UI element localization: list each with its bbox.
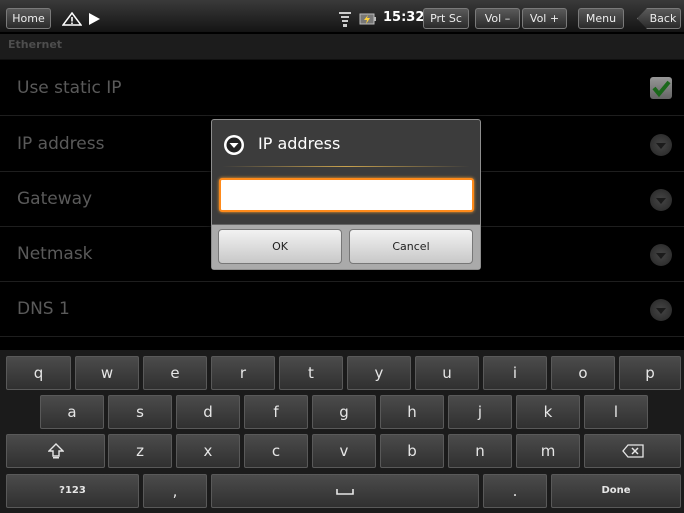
ip-address-input[interactable] [219, 178, 474, 212]
key-k[interactable]: k [516, 395, 580, 429]
dialog-divider [222, 166, 470, 167]
key-o[interactable]: o [551, 356, 615, 390]
key-e[interactable]: e [143, 356, 207, 390]
key-m[interactable]: m [516, 434, 580, 468]
key-i[interactable]: i [483, 356, 547, 390]
print-screen-button[interactable]: Prt Sc [423, 8, 469, 29]
period-key[interactable]: . [483, 474, 547, 508]
wifi-icon [339, 12, 351, 27]
clock: 15:32 [383, 10, 425, 25]
key-f[interactable]: f [244, 395, 308, 429]
key-b[interactable]: b [380, 434, 444, 468]
key-u[interactable]: u [415, 356, 479, 390]
battery-icon [359, 13, 376, 25]
ok-button[interactable]: OK [218, 229, 342, 264]
key-c[interactable]: c [244, 434, 308, 468]
dialog-dropdown-icon [224, 135, 244, 155]
key-p[interactable]: p [619, 356, 681, 390]
back-button[interactable]: Back [637, 8, 681, 29]
backspace-key[interactable] [584, 434, 681, 468]
key-d[interactable]: d [176, 395, 240, 429]
key-g[interactable]: g [312, 395, 376, 429]
key-x[interactable]: x [176, 434, 240, 468]
key-a[interactable]: a [40, 395, 104, 429]
comma-key[interactable]: , [143, 474, 207, 508]
key-n[interactable]: n [448, 434, 512, 468]
warning-icon [62, 12, 82, 26]
key-l[interactable]: l [584, 395, 648, 429]
backspace-icon [621, 444, 644, 458]
key-h[interactable]: h [380, 395, 444, 429]
soft-keyboard: q w e r t y u i o p a s d f g h j k l z … [0, 350, 684, 513]
key-z[interactable]: z [108, 434, 172, 468]
key-w[interactable]: w [75, 356, 139, 390]
menu-button[interactable]: Menu [578, 8, 624, 29]
dialog-header: IP address [212, 120, 480, 168]
shift-key[interactable] [6, 434, 105, 468]
space-key[interactable] [211, 474, 479, 508]
dialog-button-bar: OK Cancel [212, 224, 480, 269]
key-q[interactable]: q [6, 356, 71, 390]
key-s[interactable]: s [108, 395, 172, 429]
shift-icon [47, 443, 64, 459]
ip-address-dialog: IP address OK Cancel [211, 119, 481, 270]
volume-down-button[interactable]: Vol – [475, 8, 520, 29]
cancel-button[interactable]: Cancel [349, 229, 473, 264]
play-icon [89, 13, 100, 25]
status-bar: Home 15:32 Prt Sc Vol – Vol + Menu Back [0, 0, 684, 33]
symbols-key[interactable]: ?123 [6, 474, 139, 508]
key-t[interactable]: t [279, 356, 343, 390]
key-r[interactable]: r [211, 356, 275, 390]
key-j[interactable]: j [448, 395, 512, 429]
volume-up-button[interactable]: Vol + [522, 8, 567, 29]
home-button[interactable]: Home [6, 8, 51, 29]
space-icon [336, 489, 354, 495]
dialog-title: IP address [258, 134, 341, 153]
key-v[interactable]: v [312, 434, 376, 468]
done-key[interactable]: Done [551, 474, 681, 508]
key-y[interactable]: y [347, 356, 411, 390]
